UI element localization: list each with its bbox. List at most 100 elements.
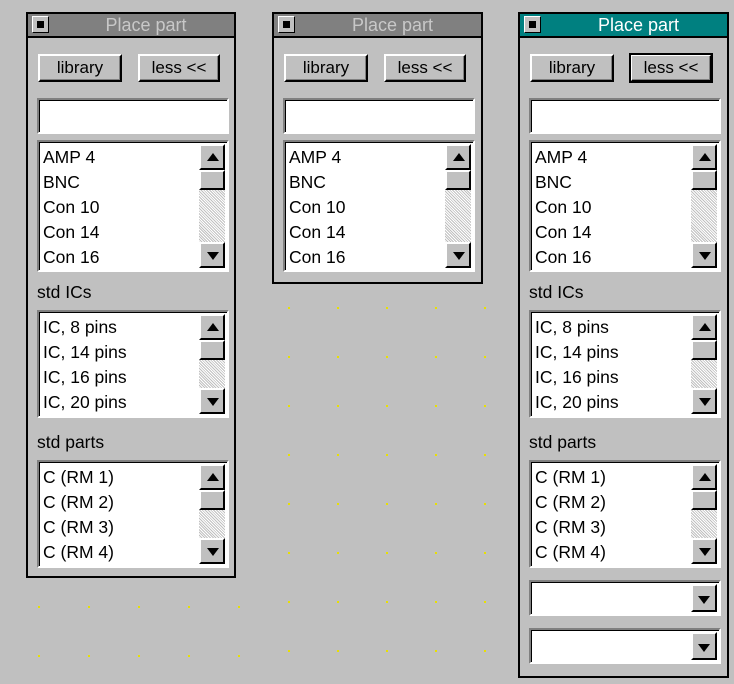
scroll-thumb[interactable] xyxy=(199,490,225,510)
grid-dot xyxy=(337,650,339,652)
list-item[interactable]: Con 10 xyxy=(289,195,443,220)
scroll-up-arrow-icon[interactable] xyxy=(199,314,225,340)
scroll-down-arrow-icon[interactable] xyxy=(691,242,717,268)
list-item[interactable]: AMP 4 xyxy=(289,145,443,170)
system-menu-icon[interactable] xyxy=(32,16,49,33)
scroll-down-arrow-icon[interactable] xyxy=(691,388,717,414)
list-item[interactable]: Con 10 xyxy=(535,195,689,220)
list-item[interactable]: IC, 16 pins xyxy=(43,365,197,390)
grid-dot xyxy=(484,356,486,358)
less-button[interactable]: less << xyxy=(384,54,466,82)
list-item[interactable]: Con 14 xyxy=(535,220,689,245)
scroll-thumb[interactable] xyxy=(691,490,717,510)
list-item[interactable]: C (RM 1) xyxy=(535,465,689,490)
list-item[interactable]: C (RM 3) xyxy=(535,515,689,540)
part-list[interactable]: AMP 4 BNC Con 10 Con 14 Con 16 xyxy=(283,140,475,272)
list-item[interactable]: IC, 20 pins xyxy=(43,390,197,415)
scroll-down-arrow-icon[interactable] xyxy=(691,538,717,564)
library-button[interactable]: library xyxy=(284,54,368,82)
title-bar[interactable]: Place part xyxy=(520,14,727,38)
list-item[interactable]: Con 14 xyxy=(289,220,443,245)
scroll-thumb[interactable] xyxy=(199,340,225,360)
std-parts-list[interactable]: C (RM 1) C (RM 2) C (RM 3) C (RM 4) xyxy=(37,460,229,568)
list-item[interactable]: Con 16 xyxy=(535,245,689,270)
grid-dot xyxy=(484,503,486,505)
less-button[interactable]: less << xyxy=(138,54,220,82)
scroll-up-arrow-icon[interactable] xyxy=(199,464,225,490)
list-item[interactable]: C (RM 2) xyxy=(535,490,689,515)
dropdown-select-1[interactable] xyxy=(529,580,721,616)
scroll-down-arrow-icon[interactable] xyxy=(199,388,225,414)
grid-dot xyxy=(484,601,486,603)
scrollbar[interactable] xyxy=(691,314,717,414)
title-bar[interactable]: Place part xyxy=(274,14,481,38)
library-button[interactable]: library xyxy=(530,54,614,82)
list-item[interactable]: IC, 8 pins xyxy=(535,315,689,340)
list-item[interactable]: AMP 4 xyxy=(535,145,689,170)
scroll-up-arrow-icon[interactable] xyxy=(691,314,717,340)
list-item[interactable]: C (RM 2) xyxy=(43,490,197,515)
scroll-thumb[interactable] xyxy=(445,170,471,190)
std-ics-list[interactable]: IC, 8 pins IC, 14 pins IC, 16 pins IC, 2… xyxy=(37,310,229,418)
scrollbar[interactable] xyxy=(199,464,225,564)
grid-dot xyxy=(484,307,486,309)
scroll-thumb[interactable] xyxy=(691,170,717,190)
list-item[interactable]: BNC xyxy=(43,170,197,195)
part-search-input[interactable] xyxy=(37,98,229,134)
std-ics-list[interactable]: IC, 8 pins IC, 14 pins IC, 16 pins IC, 2… xyxy=(529,310,721,418)
dropdown-arrow-icon[interactable] xyxy=(691,632,717,660)
scrollbar[interactable] xyxy=(445,144,471,268)
part-search-input[interactable] xyxy=(283,98,475,134)
scroll-down-arrow-icon[interactable] xyxy=(199,538,225,564)
list-item[interactable]: Con 16 xyxy=(43,245,197,270)
list-item[interactable]: IC, 16 pins xyxy=(535,365,689,390)
list-item[interactable]: BNC xyxy=(289,170,443,195)
list-item[interactable]: IC, 20 pins xyxy=(535,390,689,415)
grid-dot xyxy=(188,606,190,608)
list-item[interactable]: Con 16 xyxy=(289,245,443,270)
scroll-thumb[interactable] xyxy=(691,340,717,360)
list-item[interactable]: IC, 14 pins xyxy=(535,340,689,365)
scrollbar[interactable] xyxy=(199,314,225,414)
scroll-up-arrow-icon[interactable] xyxy=(691,144,717,170)
list-item[interactable]: BNC xyxy=(535,170,689,195)
part-search-input[interactable] xyxy=(529,98,721,134)
dropdown-arrow-icon[interactable] xyxy=(691,584,717,612)
system-menu-icon[interactable] xyxy=(278,16,295,33)
library-button[interactable]: library xyxy=(38,54,122,82)
part-list[interactable]: AMP 4 BNC Con 10 Con 14 Con 16 xyxy=(529,140,721,272)
grid-dot xyxy=(435,356,437,358)
list-item[interactable]: Con 10 xyxy=(43,195,197,220)
list-item[interactable]: C (RM 4) xyxy=(535,540,689,565)
scroll-up-arrow-icon[interactable] xyxy=(199,144,225,170)
part-list[interactable]: AMP 4 BNC Con 10 Con 14 Con 16 xyxy=(37,140,229,272)
list-item[interactable]: C (RM 3) xyxy=(43,515,197,540)
grid-dot xyxy=(337,552,339,554)
title-bar[interactable]: Place part xyxy=(28,14,234,38)
list-item[interactable]: IC, 8 pins xyxy=(43,315,197,340)
scroll-down-arrow-icon[interactable] xyxy=(199,242,225,268)
grid-dot xyxy=(435,307,437,309)
scroll-thumb[interactable] xyxy=(199,170,225,190)
list-item[interactable]: Con 14 xyxy=(43,220,197,245)
scrollbar[interactable] xyxy=(199,144,225,268)
grid-dot xyxy=(484,650,486,652)
grid-dot xyxy=(138,606,140,608)
dropdown-select-2[interactable] xyxy=(529,628,721,664)
list-item[interactable]: C (RM 4) xyxy=(43,540,197,565)
scroll-up-arrow-icon[interactable] xyxy=(691,464,717,490)
list-item[interactable]: AMP 4 xyxy=(43,145,197,170)
system-menu-icon[interactable] xyxy=(524,16,541,33)
grid-dot xyxy=(386,356,388,358)
std-parts-list[interactable]: C (RM 1) C (RM 2) C (RM 3) C (RM 4) xyxy=(529,460,721,568)
list-item[interactable]: IC, 14 pins xyxy=(43,340,197,365)
scrollbar[interactable] xyxy=(691,144,717,268)
less-button[interactable]: less << xyxy=(629,53,713,83)
grid-dot xyxy=(288,503,290,505)
scrollbar[interactable] xyxy=(691,464,717,564)
scroll-up-arrow-icon[interactable] xyxy=(445,144,471,170)
grid-dot xyxy=(288,356,290,358)
list-item[interactable]: C (RM 1) xyxy=(43,465,197,490)
scroll-down-arrow-icon[interactable] xyxy=(445,242,471,268)
grid-dot xyxy=(88,606,90,608)
